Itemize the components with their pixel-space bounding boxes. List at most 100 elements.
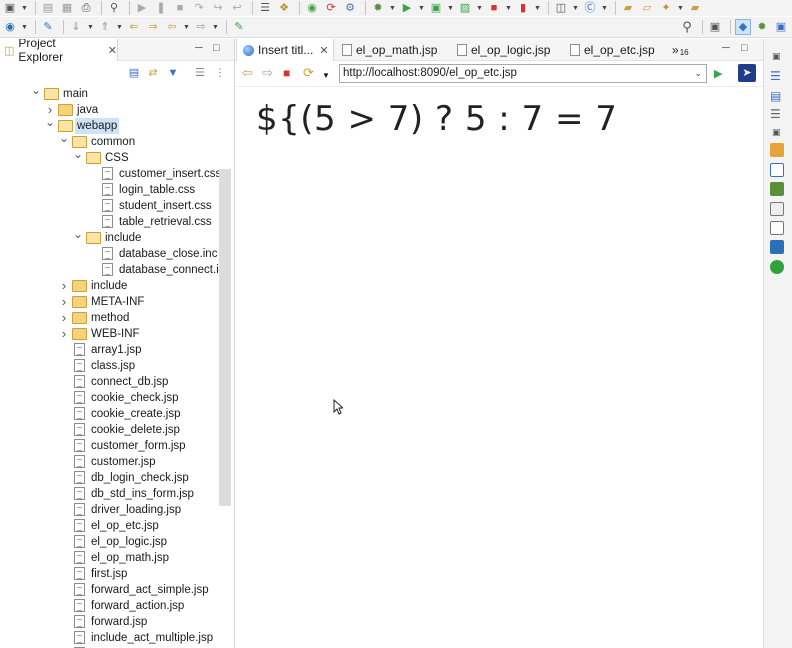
tree-file-item[interactable]: el_op_logic.jsp [0,534,218,550]
step-over-icon[interactable]: ↪ [210,0,226,16]
open-type-icon[interactable]: Ⓒ [582,0,598,16]
snippets-icon[interactable] [770,221,784,235]
tree-folder-item[interactable]: › include [0,278,218,294]
build-icon[interactable]: ❖ [276,0,292,16]
chevron-down-icon[interactable]: ⌄ [73,146,83,162]
chevron-down-icon[interactable]: ▼ [677,5,684,12]
chevron-down-icon[interactable]: ▼ [21,24,28,31]
chevron-down-icon[interactable]: ▼ [572,5,579,12]
tree-folder-item[interactable]: ⌄ common [0,131,218,150]
save-icon[interactable]: ▤ [40,0,56,16]
folder-icon[interactable]: ▰ [687,0,703,16]
tree-file-item[interactable]: customer_form.jsp [0,438,218,454]
run-last-icon[interactable]: ◉ [304,0,320,16]
tree-file-item[interactable]: forward_action.jsp [0,598,218,614]
back-icon[interactable]: ⇦ [242,66,253,80]
chevron-down-icon[interactable]: ▼ [418,5,425,12]
forward-icon[interactable]: ⇨ [262,66,273,80]
tree-folder-item[interactable]: ⌄ main [0,83,218,102]
chevron-down-icon[interactable]: ▼ [183,24,190,31]
tree-file-item[interactable]: db_std_ins_form.jsp [0,486,218,502]
chevron-right-icon[interactable]: › [59,310,69,326]
search-icon[interactable]: ⚲ [106,0,122,16]
tree-file-item[interactable]: database_connect.in [0,262,225,278]
new-server-icon[interactable]: ▮ [515,0,531,16]
next-edit-icon[interactable]: ⇒ [145,19,161,35]
tab-overflow-button[interactable]: » 16 [666,39,689,61]
print-icon[interactable]: ⎙ [78,0,94,16]
tree-folder-item[interactable]: › java [0,102,218,118]
debug-icon[interactable]: ✹ [370,0,386,16]
chevron-down-icon[interactable]: ▼ [447,5,454,12]
chevron-right-icon[interactable]: › [59,294,69,310]
tree-file-item[interactable]: customer.jsp [0,454,218,470]
servers-icon[interactable] [770,182,784,196]
magic-icon[interactable]: ▱ [639,0,655,16]
tree-file-item[interactable]: connect_db.jsp [0,374,218,390]
properties-icon[interactable] [770,163,784,177]
chevron-right-icon[interactable]: › [59,326,69,342]
url-input[interactable]: http://localhost:8090/el_op_etc.jsp ⌄ [339,64,707,83]
link-with-editor-icon[interactable]: ⇄ [145,65,161,81]
tree-file-item[interactable]: el_op_math.jsp [0,550,218,566]
restore-icon[interactable]: ▣ [772,51,781,62]
go-icon[interactable]: ▶ [714,67,722,81]
folder-icon[interactable]: ✦ [658,0,674,16]
tab-el-op-etc[interactable]: el_op_etc.jsp [564,39,655,61]
chevron-down-icon[interactable]: ▼ [505,5,512,12]
chevron-down-icon[interactable]: ⌄ [694,65,702,82]
tree-file-item[interactable]: driver_loading.jsp [0,502,218,518]
java-perspective-icon[interactable]: ▣ [773,19,789,35]
next-annotation-icon[interactable]: ⇓ [68,19,84,35]
chevron-down-icon[interactable]: ▼ [116,24,123,31]
maximize-icon[interactable]: □ [213,42,220,54]
hierarchy-icon[interactable]: ▤ [770,89,784,103]
step-icon[interactable]: ↷ [191,0,207,16]
minimize-icon[interactable]: ─ [195,42,203,54]
tree-file-item[interactable]: cookie_create.jsp [0,406,218,422]
chevron-down-icon[interactable]: ▼ [534,5,541,12]
perspective-icon[interactable]: ✎ [40,19,56,35]
tab-el-op-logic[interactable]: el_op_logic.jsp [451,39,550,61]
refresh-icon[interactable]: ⟳ [323,0,339,16]
tab-insert-title[interactable]: Insert titl... ✕ [236,39,334,61]
tab-el-op-math[interactable]: el_op_math.jsp [336,39,437,61]
open-perspective-icon[interactable]: ▣ [707,19,723,35]
tree-folder-item[interactable]: › method [0,310,218,326]
tree-folder-item[interactable]: › WEB-INF [0,326,218,342]
progress-icon[interactable] [770,260,784,274]
maximize-icon[interactable]: □ [741,42,748,54]
debug-skip-icon[interactable]: ▶ [134,0,150,16]
external-tools-icon[interactable]: ▨ [457,0,473,16]
tree-file-item[interactable]: class.jsp [0,358,218,374]
step-return-icon[interactable]: ↩ [229,0,245,16]
collapse-all-icon[interactable]: ▤ [126,65,142,81]
prev-annotation-icon[interactable]: ⇑ [97,19,113,35]
tree-file-item[interactable]: db_login_check.jsp [0,470,218,486]
tree-file-item[interactable]: include_act_multiple.jsp [0,630,218,646]
tree-folder-item[interactable]: ⌄ include [0,227,218,246]
chevron-down-icon[interactable]: ⌄ [73,226,83,242]
minimize-icon[interactable]: ─ [722,42,730,54]
open-file-icon[interactable]: ▰ [620,0,636,16]
tree-file-item[interactable]: forward_act_simple.jsp [0,582,218,598]
chevron-down-icon[interactable]: ▼ [21,5,28,12]
vertical-scrollbar[interactable] [219,169,231,506]
tree-file-item[interactable]: cookie_check.jsp [0,390,218,406]
new-icon[interactable]: ▣ [2,0,18,16]
view-menu-dropdown-icon[interactable]: ⋮ [212,65,228,81]
tree-file-item[interactable]: cookie_delete.jsp [0,422,218,438]
tree-file-item[interactable]: first.jsp [0,566,218,582]
outline-icon[interactable]: ☰ [770,69,784,83]
last-edit-icon[interactable]: ⇐ [126,19,142,35]
web-icon[interactable]: ◫ [553,0,569,16]
browser-launch-icon[interactable]: ➤ [738,64,756,82]
tree-file-item[interactable]: forward.jsp [0,614,218,630]
markers-icon[interactable] [770,143,784,157]
task-list-icon[interactable]: ☰ [770,107,784,121]
restore-icon[interactable]: ▣ [772,127,781,138]
tree-file-item[interactable]: student_insert.css [0,198,218,214]
chevron-down-icon[interactable]: ▼ [212,24,219,31]
open-task-icon[interactable]: ☰ [257,0,273,16]
run-icon[interactable]: ▶ [399,0,415,16]
